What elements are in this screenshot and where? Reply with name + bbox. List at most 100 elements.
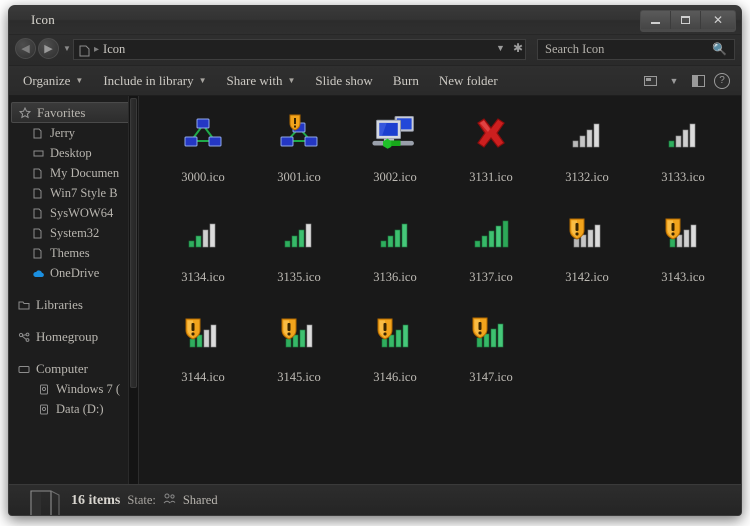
sidebar-item-label: OneDrive [50, 265, 100, 280]
file-name: 3142.ico [565, 270, 609, 284]
sidebar-item-syswow64[interactable]: SysWOW64 [9, 203, 138, 223]
file-list-pane[interactable]: 3000.ico 3001.ico 3002.ico 3131.ico 3132… [139, 96, 741, 484]
minimize-button[interactable] [641, 11, 671, 29]
chevron-down-icon: ▼ [75, 76, 84, 85]
file-item[interactable]: 3131.ico [443, 102, 539, 202]
search-box[interactable]: Search Icon 🔍 [537, 39, 735, 60]
toolbar-item-include-in-library[interactable]: Include in library ▼ [93, 66, 216, 95]
refresh-icon[interactable]: ✱ [513, 42, 523, 54]
close-button[interactable]: ✕ [701, 11, 735, 29]
toolbar-label: Burn [392, 72, 419, 88]
sidebar-item-system32[interactable]: System32 [9, 223, 138, 243]
file-item[interactable]: 3142.ico [539, 202, 635, 302]
signal-bars-4-icon [371, 210, 419, 258]
sidebar-item-windows-7-drive[interactable]: Windows 7 ( [9, 379, 138, 399]
item-count: 16 items [71, 493, 121, 508]
status-bar: 16 items State: Shared [9, 484, 741, 515]
toolbar-item-burn[interactable]: Burn [383, 66, 429, 95]
sidebar-item-label: Data (D:) [56, 401, 104, 416]
sidebar-item-homegroup[interactable]: Homegroup [9, 327, 138, 347]
address-bar[interactable]: ▸ Icon [73, 39, 526, 60]
file-name: 3145.ico [277, 370, 321, 384]
sidebar-item-themes[interactable]: Themes [9, 243, 138, 263]
file-item[interactable]: 3136.ico [347, 202, 443, 302]
toolbar-item-organize[interactable]: Organize ▼ [9, 66, 93, 95]
file-name: 3133.ico [661, 170, 705, 184]
help-icon[interactable]: ? [711, 70, 733, 92]
signal-bars-1-icon [659, 110, 707, 158]
back-button[interactable]: ◀ [15, 38, 36, 59]
file-name: 3002.ico [373, 170, 417, 184]
sidebar-item-label: Favorites [37, 104, 86, 120]
recent-pages-caret-icon[interactable]: ▼ [63, 44, 71, 53]
search-input[interactable]: Search Icon [545, 42, 712, 57]
shield-warning-signal-2-icon [179, 310, 227, 358]
sidebar-item-jerry[interactable]: Jerry [9, 123, 138, 143]
shield-warning-signal-1-icon [659, 210, 707, 258]
file-item[interactable]: 3001.ico [251, 102, 347, 202]
state-value: Shared [182, 493, 218, 507]
toolbar-item-slide-show[interactable]: Slide show [305, 66, 382, 95]
file-name: 3000.ico [181, 170, 225, 184]
sidebar-item-onedrive[interactable]: OneDrive [9, 263, 138, 283]
file-item[interactable]: 3134.ico [155, 202, 251, 302]
sidebar-item-label: SysWOW64 [50, 205, 114, 220]
file-item[interactable]: 3000.ico [155, 102, 251, 202]
file-item[interactable]: 3145.ico [251, 302, 347, 402]
window-title: Icon [31, 12, 55, 27]
libraries-icon [17, 298, 31, 312]
screenshot-root: Icon ✕ ◀ ▶ ▼ ▸ Icon ▼ ✱ Search Icon 🔍 Or… [0, 0, 750, 526]
sidebar-item-libraries[interactable]: Libraries [9, 295, 138, 315]
breadcrumb-separator-icon: ▸ [94, 44, 100, 55]
sidebar-item-label: Desktop [50, 145, 92, 160]
file-item[interactable]: 3135.ico [251, 202, 347, 302]
sidebar-item-data-drive[interactable]: Data (D:) [9, 399, 138, 419]
shared-people-icon [163, 491, 176, 504]
sidebar-item-favorites[interactable]: Favorites [11, 102, 132, 123]
desktop-icon [31, 146, 45, 160]
file-item[interactable]: 3144.ico [155, 302, 251, 402]
sidebar-item-label: Win7 Style B [50, 185, 118, 200]
folder-icon [31, 186, 45, 200]
sidebar-scrollbar[interactable] [128, 96, 138, 484]
red-x-icon [467, 110, 515, 158]
sidebar-item-label: Windows 7 ( [56, 381, 121, 396]
navigation-buttons: ◀ ▶ ▼ [15, 38, 71, 59]
maximize-button[interactable] [671, 11, 701, 29]
sidebar-scrollbar-thumb[interactable] [130, 98, 137, 388]
signal-bars-5-icon [467, 210, 515, 258]
toolbar-label: Organize [23, 72, 71, 88]
file-name: 3001.ico [277, 170, 321, 184]
previous-locations-icon[interactable]: ▼ [496, 43, 505, 53]
chevron-down-icon: ▼ [287, 76, 296, 85]
signal-bars-3-icon [275, 210, 323, 258]
change-view-icon[interactable] [639, 70, 661, 92]
folder-path-icon [79, 44, 90, 56]
forward-button[interactable]: ▶ [38, 38, 59, 59]
toolbar-item-new-folder[interactable]: New folder [429, 66, 508, 95]
file-item[interactable]: 3137.ico [443, 202, 539, 302]
file-item[interactable]: 3133.ico [635, 102, 731, 202]
sidebar-item-desktop[interactable]: Desktop [9, 143, 138, 163]
breadcrumb-path[interactable]: Icon [103, 42, 125, 57]
title-bar[interactable]: Icon ✕ [9, 6, 741, 35]
search-icon: 🔍 [712, 42, 727, 56]
file-item[interactable]: 3132.ico [539, 102, 635, 202]
folder-icon [31, 246, 45, 260]
network-diagram-icon [179, 110, 227, 158]
sidebar-item-label: Homegroup [36, 329, 99, 344]
view-chevron-down-icon[interactable]: ▼ [663, 70, 685, 92]
preview-pane-icon[interactable] [687, 70, 709, 92]
file-item[interactable]: 3147.ico [443, 302, 539, 402]
file-item[interactable]: 3002.ico [347, 102, 443, 202]
sidebar-item-my-documents[interactable]: My Documen [9, 163, 138, 183]
file-item[interactable]: 3146.ico [347, 302, 443, 402]
network-diagram-warning-icon [275, 110, 323, 158]
toolbar-item-share-with[interactable]: Share with ▼ [217, 66, 306, 95]
file-item[interactable]: 3143.ico [635, 202, 731, 302]
sidebar-item-win7-style-builder[interactable]: Win7 Style B [9, 183, 138, 203]
sidebar-item-computer[interactable]: Computer [9, 359, 138, 379]
command-toolbar: Organize ▼ Include in library ▼ Share wi… [9, 66, 741, 96]
